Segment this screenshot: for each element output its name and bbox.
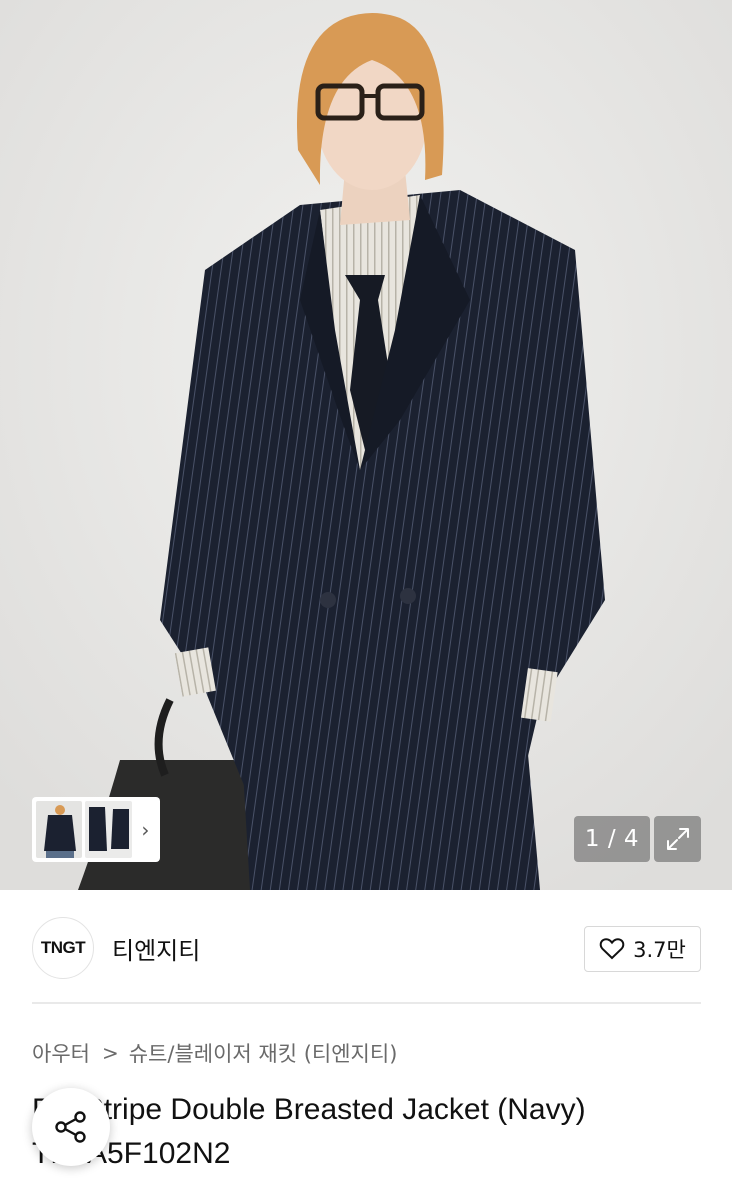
share-icon	[55, 1111, 86, 1143]
chevron-right-icon: >	[101, 1041, 119, 1065]
product-title: Pin Stripe Double Breasted Jacket (Navy)…	[32, 1088, 712, 1176]
breadcrumb-item-suit-blazer[interactable]: 슈트/블레이저 재킷 (티엔지티)	[129, 1038, 398, 1068]
image-counter: 1 / 4	[574, 816, 650, 862]
share-button[interactable]	[32, 1088, 110, 1166]
like-button[interactable]: 3.7만	[584, 926, 701, 972]
expand-icon	[666, 828, 689, 850]
breadcrumb: 아우터 > 슈트/블레이저 재킷 (티엔지티)	[32, 1036, 397, 1070]
like-count: 3.7만	[633, 938, 686, 962]
brand-name[interactable]: 티엔지티	[112, 931, 200, 966]
thumbnail-2[interactable]	[85, 801, 132, 858]
brand-logo[interactable]: TNGT	[32, 917, 94, 979]
divider	[32, 1002, 701, 1004]
product-code: TNJA5F102N2	[32, 1137, 231, 1170]
chevron-right-icon[interactable]: ›	[135, 801, 156, 858]
thumbnail-1[interactable]	[36, 801, 83, 858]
product-photo	[0, 0, 732, 890]
brand-row: TNGT 티엔지티 3.7만	[32, 917, 701, 979]
product-title-line1: Pin Stripe Double Breasted Jacket (Navy)	[32, 1093, 586, 1126]
breadcrumb-item-outer[interactable]: 아우터	[32, 1038, 90, 1068]
thumbnail-strip[interactable]: ›	[32, 797, 160, 862]
product-image[interactable]: › 1 / 4	[0, 0, 732, 890]
heart-icon	[599, 938, 625, 960]
expand-button[interactable]	[654, 816, 701, 862]
